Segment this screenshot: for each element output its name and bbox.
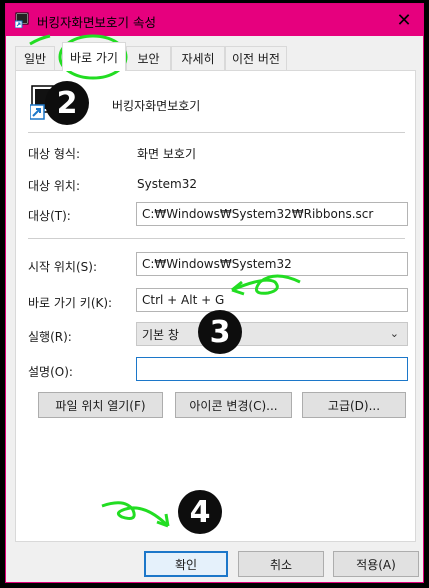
- apply-button[interactable]: 적용(A): [333, 551, 419, 577]
- shortcut-app-icon: [15, 12, 29, 28]
- start-in-input[interactable]: C:₩Windows₩System32: [136, 252, 408, 276]
- run-selected-value: 기본 창: [142, 327, 179, 342]
- close-icon: ✕: [396, 9, 412, 31]
- run-select[interactable]: 기본 창 ⌄: [136, 322, 408, 346]
- properties-dialog: 버킹자화면보호기 속성 ✕ 일반 바로 가기 보안 자세히 이전 버전 버킹자화…: [5, 3, 424, 583]
- run-label: 실행(R):: [28, 330, 72, 344]
- ok-button[interactable]: 확인: [144, 551, 228, 577]
- target-location-label: 대상 위치:: [28, 179, 81, 193]
- divider: [28, 132, 405, 133]
- tab-general[interactable]: 일반: [15, 46, 55, 70]
- open-file-location-button[interactable]: 파일 위치 열기(F): [38, 392, 163, 418]
- title-bar: 버킹자화면보호기 속성 ✕: [6, 4, 423, 36]
- divider: [28, 238, 405, 239]
- target-location-value: System32: [137, 177, 198, 191]
- start-in-label: 시작 위치(S):: [28, 260, 97, 274]
- tab-previous-versions[interactable]: 이전 버전: [225, 46, 287, 70]
- tab-shortcut[interactable]: 바로 가기: [62, 42, 126, 71]
- target-label: 대상(T):: [28, 209, 71, 223]
- tab-label: 일반: [23, 52, 47, 66]
- change-icon-button[interactable]: 아이콘 변경(C)...: [175, 392, 292, 418]
- comment-label: 설명(O):: [28, 365, 73, 379]
- tab-label: 바로 가기: [70, 50, 118, 65]
- tab-label: 자세히: [181, 52, 215, 66]
- close-button[interactable]: ✕: [385, 4, 423, 36]
- shortcut-key-input[interactable]: Ctrl + Alt + G: [136, 288, 408, 312]
- window-title: 버킹자화면보호기 속성: [37, 15, 156, 30]
- shortcut-key-label: 바로 가기 키(K):: [28, 296, 113, 310]
- step-4-badge: 4: [178, 490, 222, 534]
- tab-label: 이전 버전: [232, 52, 280, 66]
- tab-security[interactable]: 보안: [126, 46, 171, 70]
- comment-input[interactable]: [136, 357, 408, 381]
- shortcut-panel: 버킹자화면보호기 대상 형식: 화면 보호기 대상 위치: System32 대…: [15, 70, 416, 542]
- tab-details[interactable]: 자세히: [171, 46, 225, 70]
- shortcut-name: 버킹자화면보호기: [112, 99, 201, 113]
- chevron-down-icon: ⌄: [389, 327, 399, 340]
- target-type-label: 대상 형식:: [28, 147, 81, 161]
- step-3-badge: 3: [198, 310, 242, 354]
- target-input[interactable]: C:₩Windows₩System32₩Ribbons.scr: [136, 202, 408, 226]
- tab-label: 보안: [137, 52, 160, 66]
- step-2-badge: 2: [45, 81, 89, 125]
- cancel-button[interactable]: 취소: [238, 551, 324, 577]
- target-type-value: 화면 보호기: [137, 147, 197, 161]
- advanced-button[interactable]: 고급(D)...: [302, 392, 406, 418]
